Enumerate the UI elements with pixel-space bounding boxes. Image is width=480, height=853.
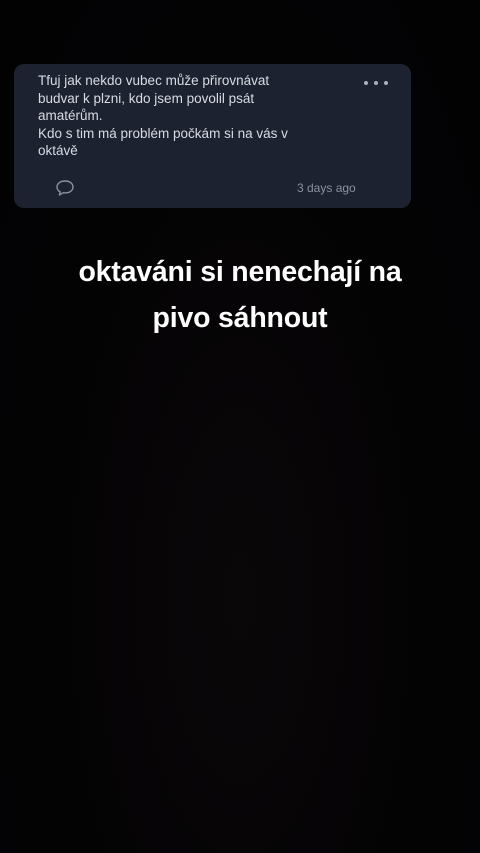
more-dot-icon <box>364 81 368 85</box>
story-caption: oktaváni si nenechají na pivo sáhnout <box>78 256 402 334</box>
more-dot-icon <box>384 81 388 85</box>
story-canvas: Tfuj jak nekdo vubec může přirovnávat bu… <box>0 0 480 853</box>
speech-bubble-icon <box>56 180 74 196</box>
comment-timestamp: 3 days ago <box>297 181 356 195</box>
comment-card: Tfuj jak nekdo vubec může přirovnávat bu… <box>14 64 411 208</box>
reply-button[interactable] <box>55 179 75 197</box>
more-options-button[interactable] <box>364 76 388 90</box>
more-dot-icon <box>374 81 378 85</box>
comment-text: Tfuj jak nekdo vubec může přirovnávat bu… <box>38 73 288 158</box>
